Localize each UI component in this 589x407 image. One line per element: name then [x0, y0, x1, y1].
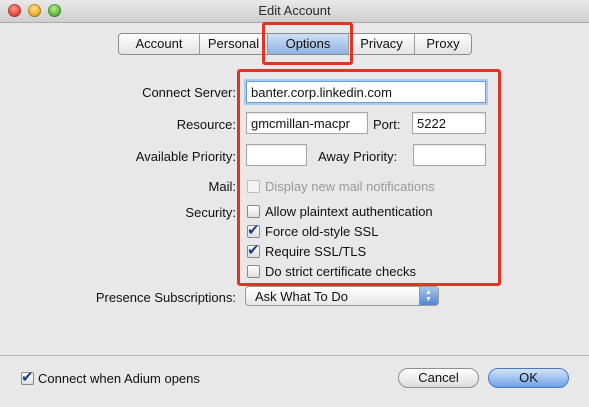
- presence-subscriptions-label: Presence Subscriptions:: [95, 290, 236, 305]
- options-tab-highlight: [262, 22, 353, 65]
- available-priority-input[interactable]: [246, 144, 307, 166]
- window-title: Edit Account: [258, 3, 331, 18]
- force-old-ssl-label: Force old-style SSL: [265, 224, 379, 239]
- connect-server-input[interactable]: banter.corp.linkedin.com: [246, 81, 486, 103]
- available-priority-label: Available Priority:: [135, 149, 236, 164]
- away-priority-input[interactable]: [413, 144, 486, 166]
- presence-selected-value: Ask What To Do: [255, 289, 348, 304]
- tab-account[interactable]: Account: [119, 34, 199, 54]
- tab-personal[interactable]: Personal: [199, 34, 267, 54]
- mail-notifications-checkbox[interactable]: [247, 180, 260, 193]
- divider: [0, 355, 589, 356]
- security-label: Security:: [185, 205, 236, 220]
- checkmark-icon: ✔: [247, 242, 260, 259]
- mail-notifications-label: Display new mail notifications: [265, 179, 435, 194]
- mail-label: Mail:: [208, 179, 236, 194]
- away-priority-label: Away Priority:: [318, 149, 398, 164]
- allow-plaintext-checkbox[interactable]: [247, 205, 260, 218]
- title-bar: Edit Account: [0, 0, 589, 23]
- checkmark-icon: ✔: [21, 369, 34, 386]
- popup-arrows-icon: ▲ ▼: [419, 287, 438, 305]
- port-input[interactable]: 5222: [412, 112, 486, 134]
- resource-input[interactable]: gmcmillan-macpr: [246, 112, 368, 134]
- require-ssl-tls-checkbox[interactable]: ✔: [247, 242, 260, 259]
- strict-cert-checks-checkbox[interactable]: [247, 265, 260, 278]
- allow-plaintext-label: Allow plaintext authentication: [265, 204, 433, 219]
- port-label: Port:: [373, 117, 401, 132]
- connect-when-opens-checkbox[interactable]: ✔: [21, 369, 34, 386]
- tab-privacy[interactable]: Privacy: [348, 34, 414, 54]
- strict-cert-checks-label: Do strict certificate checks: [265, 264, 416, 279]
- ok-button[interactable]: OK: [488, 368, 569, 388]
- cancel-button[interactable]: Cancel: [398, 368, 479, 388]
- resource-label: Resource:: [176, 117, 236, 132]
- connect-server-label: Connect Server:: [142, 85, 236, 100]
- force-old-ssl-checkbox[interactable]: ✔: [247, 222, 260, 239]
- connect-when-opens-label: Connect when Adium opens: [38, 371, 200, 386]
- require-ssl-tls-label: Require SSL/TLS: [265, 244, 367, 259]
- presence-subscriptions-popup[interactable]: Ask What To Do ▲ ▼: [245, 286, 439, 306]
- checkmark-icon: ✔: [247, 222, 260, 239]
- tab-proxy[interactable]: Proxy: [414, 34, 471, 54]
